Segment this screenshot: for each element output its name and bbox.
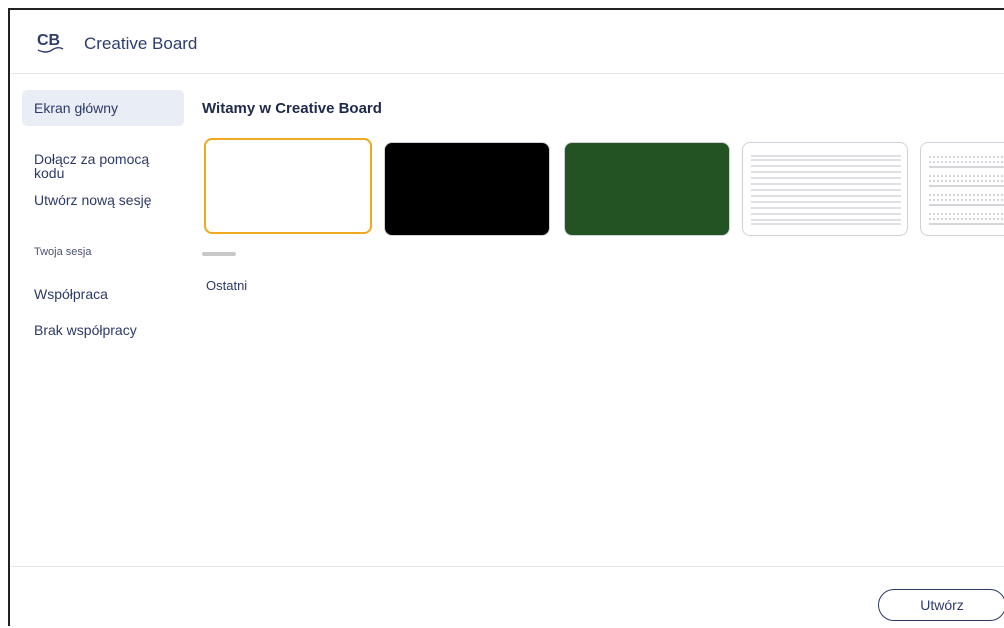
template-white[interactable] (204, 138, 372, 234)
app-title: Creative Board (84, 34, 198, 53)
sidebar-item-collaboration[interactable]: Współpraca (22, 280, 184, 308)
app-window: CB Creative Board Ekran główny Dołącz za… (8, 8, 1004, 626)
drag-handle[interactable] (202, 252, 236, 256)
sidebar-item-label: Utwórz nową sesję (34, 192, 152, 208)
template-green[interactable] (564, 142, 730, 236)
template-dotted-lined[interactable] (920, 142, 1004, 236)
sidebar-item-home[interactable]: Ekran główny (22, 90, 184, 126)
template-lined[interactable] (742, 142, 908, 236)
recent-section-title: Ostatni (206, 278, 248, 293)
sidebar-item-label: Brak współpracy (34, 322, 137, 338)
template-black[interactable] (384, 142, 550, 236)
create-button[interactable]: Utwórz (878, 589, 1004, 621)
sidebar-item-join-by-code[interactable]: Dołącz za pomocą kodu (22, 138, 184, 180)
creative-board-logo-icon: CB (37, 32, 64, 53)
sidebar-item-no-collaboration[interactable]: Brak współpracy (22, 316, 184, 344)
footer: Utwórz (10, 566, 1004, 628)
header: CB Creative Board (10, 10, 1004, 74)
section-label-your-session: Twoja sesja (34, 246, 92, 258)
sidebar-item-label: Ekran główny (34, 100, 119, 116)
dotted-lined-paper-icon (929, 156, 1004, 225)
template-carousel (200, 138, 1004, 238)
sidebar-item-create-session[interactable]: Utwórz nową sesję (22, 186, 184, 214)
sidebar-item-label: Współpraca (34, 286, 108, 302)
page-title: Witamy w Creative Board (202, 100, 382, 117)
svg-text:CB: CB (37, 32, 60, 49)
lined-paper-icon (751, 155, 901, 225)
sidebar-item-label: Dołącz za pomocą kodu (34, 151, 150, 181)
